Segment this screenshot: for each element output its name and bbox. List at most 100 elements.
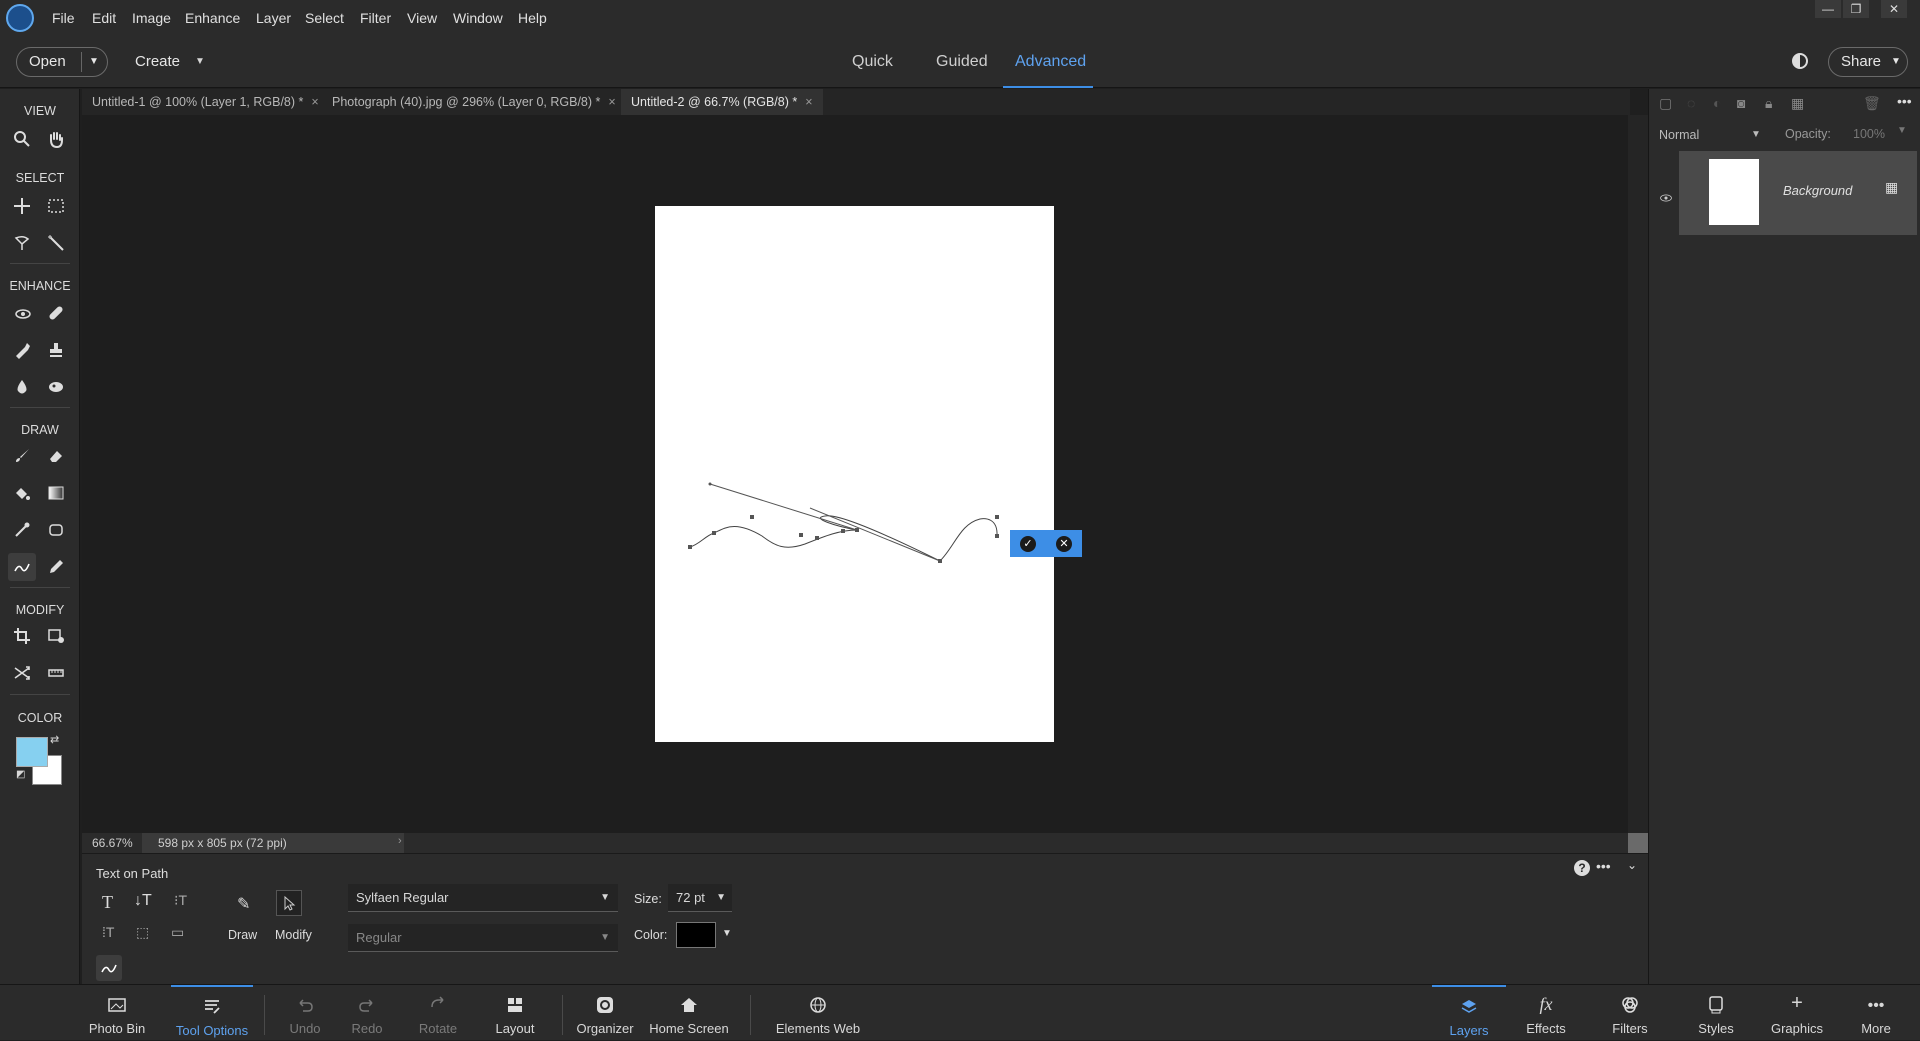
create-chevron-icon[interactable]: ▼ [195, 56, 205, 67]
vertical-type-mask-icon[interactable]: ⁞T [102, 924, 114, 940]
share-button[interactable]: Share ▼ [1828, 47, 1908, 77]
close-window-button[interactable]: ✕ [1881, 0, 1907, 18]
straighten-tool-icon[interactable] [42, 659, 70, 687]
font-family-dropdown[interactable]: Sylfaen Regular ▼ [348, 884, 618, 912]
tool-options-button[interactable]: Tool Options [171, 985, 253, 1041]
opacity-value[interactable]: 100% [1853, 127, 1885, 141]
menu-help[interactable]: Help [518, 10, 547, 26]
modify-arrow-icon[interactable] [276, 890, 302, 916]
open-button[interactable]: Open ▼ [16, 47, 108, 77]
rotate-button[interactable]: Rotate [408, 985, 468, 1041]
document-canvas[interactable] [655, 206, 1054, 742]
effects-button[interactable]: fx Effects [1516, 985, 1576, 1041]
menu-file[interactable]: File [52, 10, 75, 26]
doc-tab-untitled-1[interactable]: Untitled-1 @ 100% (Layer 1, RGB/8) * × [82, 89, 329, 115]
menu-image[interactable]: Image [132, 10, 171, 26]
move-tool-icon[interactable] [8, 192, 36, 220]
modify-label[interactable]: Modify [275, 928, 312, 942]
type-mask-icon[interactable]: ⁝T [174, 892, 187, 909]
clone-stamp-tool-icon[interactable] [42, 336, 70, 364]
doc-tab-untitled-2[interactable]: Untitled-2 @ 66.7% (RGB/8) * × [621, 89, 823, 115]
pencil-tool-icon[interactable] [42, 553, 70, 581]
new-layer-icon[interactable]: ▢ [1659, 95, 1672, 112]
text-color-swatch[interactable] [676, 922, 716, 948]
layer-lock-transparency-icon[interactable]: ▦ [1885, 179, 1898, 196]
photo-bin-button[interactable]: Photo Bin [84, 985, 150, 1041]
recompose-tool-icon[interactable] [42, 622, 70, 650]
visibility-eye-icon[interactable] [1657, 151, 1675, 202]
minimize-button[interactable]: — [1815, 0, 1841, 18]
restore-button[interactable]: ❐ [1843, 0, 1869, 18]
redo-button[interactable]: Redo [342, 985, 392, 1041]
magic-wand-tool-icon[interactable] [42, 229, 70, 257]
help-icon[interactable]: ? [1574, 860, 1590, 876]
filters-button[interactable]: Filters [1598, 985, 1662, 1041]
adjustment-layer-icon[interactable]: ◐ [1713, 95, 1721, 111]
gradient-tool-icon[interactable] [42, 479, 70, 507]
lock-transparency-icon[interactable]: ▦ [1791, 95, 1804, 112]
zoom-tool-icon[interactable] [8, 125, 36, 153]
opacity-chevron-icon[interactable]: ▼ [1897, 125, 1907, 136]
eraser-tool-icon[interactable] [42, 442, 70, 470]
red-eye-tool-icon[interactable] [8, 299, 36, 327]
graphics-button[interactable]: + Graphics [1764, 985, 1830, 1041]
close-icon[interactable]: × [608, 95, 615, 109]
status-arrow-icon[interactable]: › [398, 835, 402, 847]
menu-view[interactable]: View [407, 10, 437, 26]
new-group-icon[interactable]: ◌ [1687, 95, 1695, 111]
color-dropdown-chevron-icon[interactable]: ▼ [722, 928, 732, 939]
styles-button[interactable]: Styles [1686, 985, 1746, 1041]
eyedropper-tool-icon[interactable] [8, 516, 36, 544]
more-options-icon[interactable]: ••• [1596, 858, 1611, 874]
mode-tab-guided[interactable]: Guided [936, 53, 988, 71]
zoom-level[interactable]: 66.67% [92, 836, 133, 850]
cancel-x-icon[interactable]: ✕ [1056, 536, 1072, 552]
horizontal-type-icon[interactable]: T [102, 892, 113, 913]
blur-tool-icon[interactable] [8, 373, 36, 401]
text-on-selection-icon[interactable]: ⬚ [136, 924, 149, 941]
default-colors-icon[interactable]: ◩ [16, 769, 25, 780]
content-aware-move-tool-icon[interactable] [8, 659, 36, 687]
layout-button[interactable]: Layout [486, 985, 544, 1041]
menu-layer[interactable]: Layer [256, 10, 291, 26]
layer-mask-icon[interactable]: ◙ [1737, 95, 1745, 111]
chevron-down-icon[interactable]: ▼ [89, 48, 99, 76]
blend-mode-dropdown[interactable]: Normal ▼ [1659, 123, 1761, 147]
vertical-type-icon[interactable]: ↓T [134, 892, 152, 910]
mode-tab-quick[interactable]: Quick [852, 53, 893, 71]
menu-select[interactable]: Select [305, 10, 344, 26]
foreground-color-swatch[interactable] [16, 737, 48, 767]
text-on-path-option-icon[interactable] [96, 955, 122, 981]
marquee-tool-icon[interactable] [42, 192, 70, 220]
menu-filter[interactable]: Filter [360, 10, 391, 26]
menu-edit[interactable]: Edit [92, 10, 116, 26]
shape-tool-icon[interactable] [42, 516, 70, 544]
text-path[interactable] [655, 206, 1054, 742]
sponge-tool-icon[interactable] [42, 373, 70, 401]
text-on-path-tool-icon[interactable] [8, 553, 36, 581]
font-size-dropdown[interactable]: 72 pt ▼ [668, 884, 732, 912]
vertical-scrollbar[interactable] [1628, 115, 1648, 833]
layers-button[interactable]: Layers [1432, 985, 1506, 1041]
elements-web-button[interactable]: Elements Web [772, 985, 864, 1041]
menu-enhance[interactable]: Enhance [185, 10, 240, 26]
undo-button[interactable]: Undo [280, 985, 330, 1041]
collapse-chevron-icon[interactable]: ⌄ [1627, 858, 1637, 872]
lock-icon[interactable]: 🔒︎ [1765, 95, 1772, 112]
create-button[interactable]: Create [135, 53, 180, 70]
draw-label[interactable]: Draw [228, 928, 257, 942]
hand-tool-icon[interactable] [42, 125, 70, 153]
draw-pencil-icon[interactable]: ✎ [237, 894, 250, 914]
organizer-button[interactable]: Organizer [574, 985, 636, 1041]
doc-tab-photograph[interactable]: Photograph (40).jpg @ 296% (Layer 0, RGB… [322, 89, 626, 115]
more-button[interactable]: ••• More [1846, 985, 1906, 1041]
crop-tool-icon[interactable] [8, 622, 36, 650]
menu-window[interactable]: Window [453, 10, 503, 26]
layer-row-background[interactable]: Background ▦ [1679, 151, 1917, 235]
spot-healing-tool-icon[interactable] [42, 299, 70, 327]
brush-tool-icon[interactable] [8, 442, 36, 470]
mode-tab-advanced[interactable]: Advanced [1015, 53, 1086, 71]
paint-bucket-tool-icon[interactable] [8, 479, 36, 507]
home-screen-button[interactable]: Home Screen [648, 985, 730, 1041]
close-icon[interactable]: × [311, 95, 318, 109]
